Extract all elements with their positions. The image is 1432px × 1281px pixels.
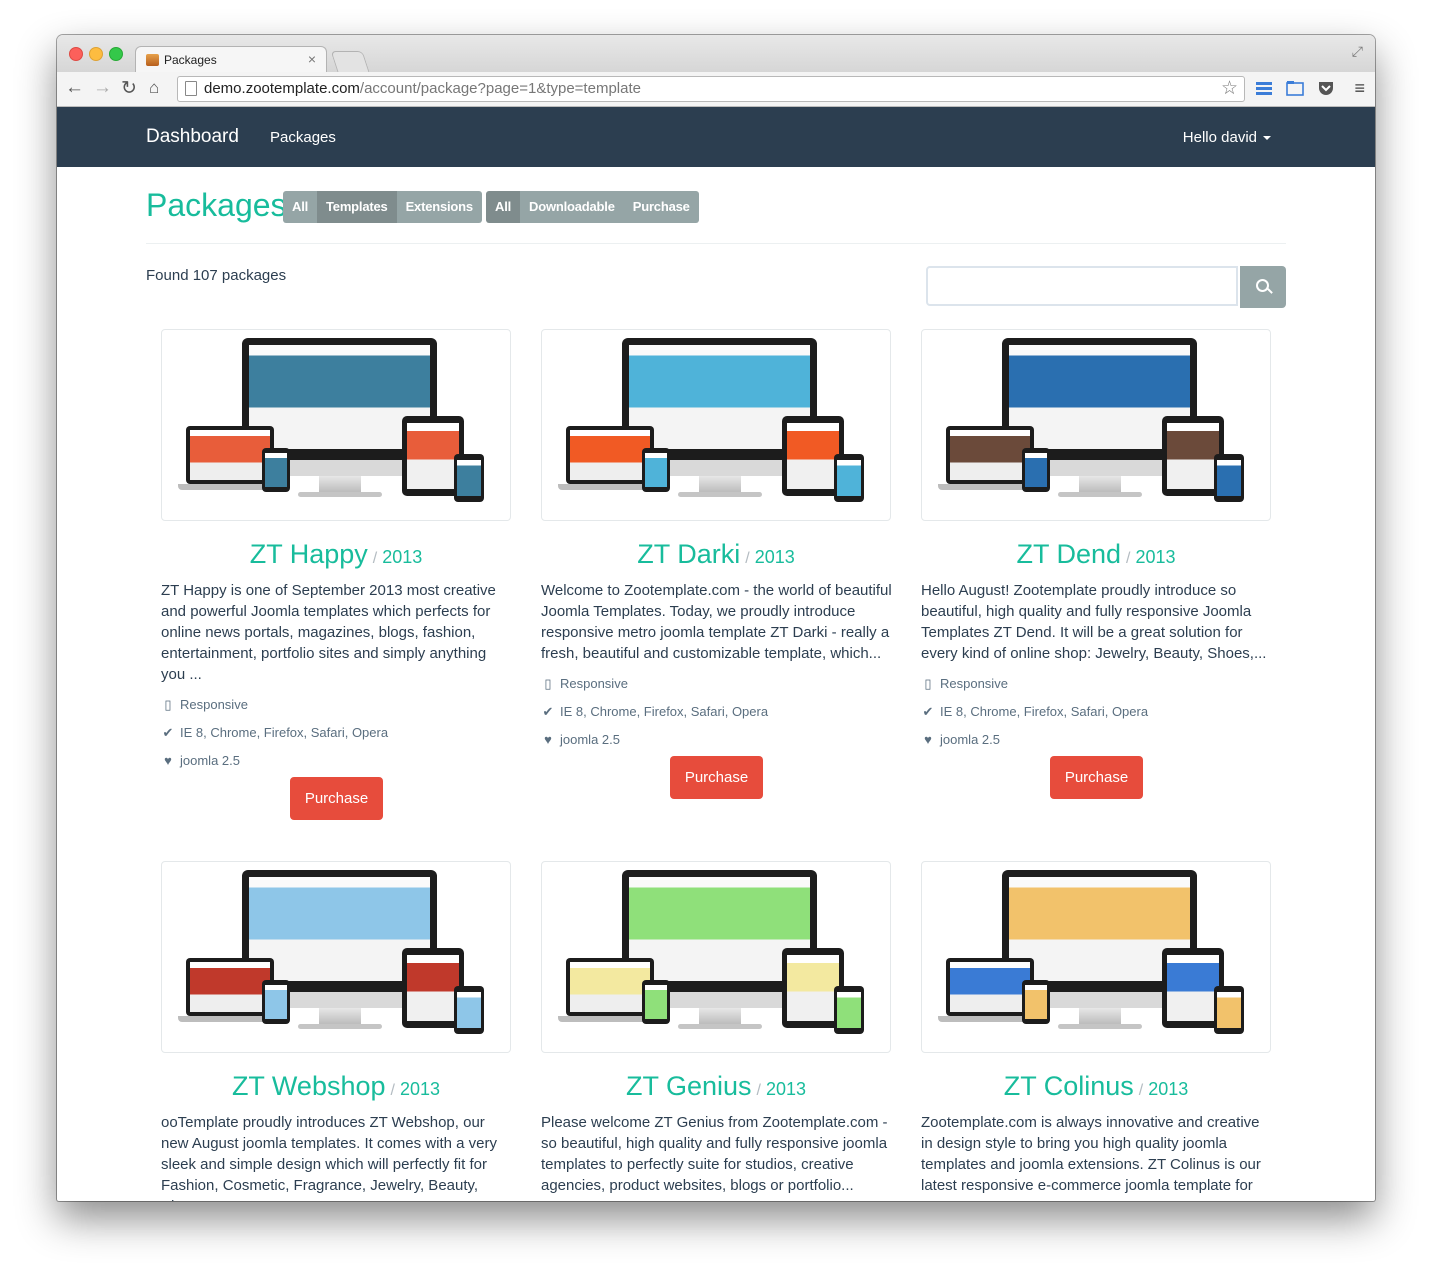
new-tab-button[interactable]: [330, 51, 370, 72]
device-mockup-image: [542, 330, 890, 520]
package-description: Please welcome ZT Genius from Zootemplat…: [541, 1114, 888, 1194]
package-title[interactable]: ZT Dend / 2013: [921, 539, 1271, 570]
back-arrow-icon[interactable]: ←: [65, 77, 84, 99]
extension-folder-icon[interactable]: [1286, 79, 1304, 97]
package-thumbnail[interactable]: [541, 329, 891, 521]
package-description: ZT Happy is one of September 2013 most c…: [161, 582, 496, 683]
zoom-window-button[interactable]: [109, 47, 123, 61]
bookmark-star-icon[interactable]: ☆: [1221, 77, 1238, 100]
package-description: Zootemplate.com is always innovative and…: [921, 1114, 1261, 1201]
close-window-button[interactable]: [69, 47, 83, 61]
check-icon: ✔: [542, 704, 554, 719]
filter-status-downloadable[interactable]: Downloadable: [520, 191, 624, 223]
browser-menu-icon[interactable]: ≡: [1354, 78, 1365, 99]
nav-packages-link[interactable]: Packages: [270, 129, 336, 146]
tab-title: Packages: [164, 53, 217, 67]
package-thumbnail[interactable]: [541, 861, 891, 1053]
heart-icon: ♥: [924, 732, 932, 747]
check-icon: ✔: [162, 725, 174, 740]
mobile-icon: ▯: [544, 676, 552, 691]
fullscreen-icon[interactable]: ⤢: [1352, 43, 1363, 60]
browser-toolbar: ← → ↻ ⌂ demo.zootemplate.com/account/pac…: [57, 72, 1375, 107]
page-icon: [185, 81, 197, 96]
home-icon[interactable]: ⌂: [149, 78, 159, 98]
browser-tab[interactable]: Packages ×: [135, 46, 327, 73]
package-description: Welcome to Zootemplate.com - the world o…: [541, 582, 892, 662]
feature-responsive: ▯ Responsive: [921, 676, 1008, 692]
page-title: Packages: [146, 187, 287, 223]
divider: [146, 243, 1286, 244]
package-title[interactable]: ZT Webshop / 2013: [161, 1071, 511, 1102]
package-title[interactable]: ZT Happy / 2013: [161, 539, 511, 570]
device-mockup-image: [922, 330, 1270, 520]
package-thumbnail[interactable]: [921, 861, 1271, 1053]
results-count: Found 107 packages: [146, 267, 287, 284]
feature-browsers: ✔ IE 8, Chrome, Firefox, Safari, Opera: [542, 704, 769, 719]
search-input[interactable]: [926, 266, 1238, 306]
feature-browsers: ✔ IE 8, Chrome, Firefox, Safari, Opera: [162, 725, 389, 740]
purchase-filter-group: All Downloadable Purchase: [486, 191, 699, 223]
filter-status-all[interactable]: All: [486, 191, 521, 223]
browser-titlebar: Packages × ⤢: [57, 35, 1375, 73]
mobile-icon: ▯: [164, 697, 172, 712]
purchase-button[interactable]: Purchase: [670, 756, 763, 799]
extension-layers-icon[interactable]: [1255, 79, 1273, 97]
type-filter-group: All Templates Extensions: [283, 191, 482, 223]
feature-joomla: ♥ joomla 2.5: [541, 732, 620, 747]
check-icon: ✔: [922, 704, 934, 719]
caret-down-icon: [1263, 136, 1271, 141]
package-description: Hello August! Zootemplate proudly introd…: [921, 582, 1267, 662]
package-thumbnail[interactable]: [921, 329, 1271, 521]
filter-type-extensions[interactable]: Extensions: [396, 191, 482, 223]
brand-dashboard-link[interactable]: Dashboard: [146, 126, 239, 148]
heart-icon: ♥: [544, 732, 552, 747]
feature-responsive: ▯ Responsive: [541, 676, 628, 692]
package-thumbnail[interactable]: [161, 329, 511, 521]
package-title[interactable]: ZT Darki / 2013: [541, 539, 891, 570]
url-text: demo.zootemplate.com/account/package?pag…: [204, 80, 641, 97]
feature-responsive: ▯ Responsive: [161, 697, 248, 713]
tab-close-icon[interactable]: ×: [308, 51, 316, 67]
device-mockup-image: [162, 330, 510, 520]
minimize-window-button[interactable]: [89, 47, 103, 61]
filter-type-templates[interactable]: Templates: [317, 191, 397, 223]
filter-type-all[interactable]: All: [283, 191, 318, 223]
browser-window: Packages × ⤢ ← → ↻ ⌂ demo.zootemplate.co…: [57, 35, 1375, 1201]
device-mockup-image: [922, 862, 1270, 1052]
package-description: ooTemplate proudly introduces ZT Webshop…: [161, 1114, 497, 1201]
package-title[interactable]: ZT Colinus / 2013: [921, 1071, 1271, 1102]
package-thumbnail[interactable]: [161, 861, 511, 1053]
feature-browsers: ✔ IE 8, Chrome, Firefox, Safari, Opera: [922, 704, 1149, 719]
device-mockup-image: [542, 862, 890, 1052]
feature-joomla: ♥ joomla 2.5: [161, 753, 240, 768]
user-dropdown[interactable]: Hello david: [1183, 129, 1271, 146]
address-bar[interactable]: demo.zootemplate.com/account/package?pag…: [177, 76, 1245, 102]
site-favicon-icon: [146, 54, 159, 66]
search-button[interactable]: [1240, 266, 1286, 308]
feature-joomla: ♥ joomla 2.5: [921, 732, 1000, 747]
purchase-button[interactable]: Purchase: [1050, 756, 1143, 799]
device-mockup-image: [162, 862, 510, 1052]
app-navbar: Dashboard Packages Hello david: [57, 107, 1375, 167]
filter-status-purchase[interactable]: Purchase: [623, 191, 699, 223]
package-title[interactable]: ZT Genius / 2013: [541, 1071, 891, 1102]
pocket-icon[interactable]: [1317, 79, 1335, 97]
reload-icon[interactable]: ↻: [121, 77, 137, 100]
mobile-icon: ▯: [924, 676, 932, 691]
heart-icon: ♥: [164, 753, 172, 768]
purchase-button[interactable]: Purchase: [290, 777, 383, 820]
forward-arrow-icon[interactable]: →: [93, 77, 112, 99]
